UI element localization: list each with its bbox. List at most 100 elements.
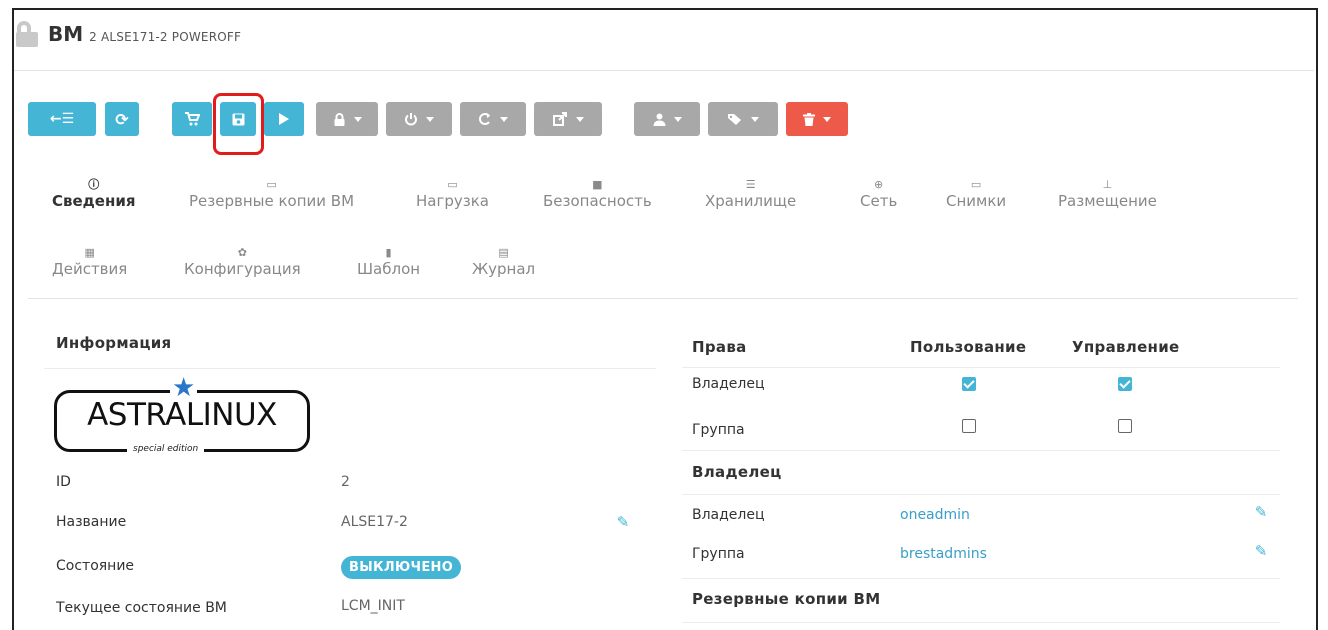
permissions-manage-header: Управление (1072, 338, 1180, 356)
permissions-divider (682, 367, 1280, 368)
name-label: Название (56, 514, 127, 530)
tab-snapshots[interactable]: ▭ Снимки (946, 178, 1006, 210)
export-icon (552, 112, 567, 126)
unlock-icon (14, 21, 42, 47)
permissions-heading: Права (692, 338, 747, 356)
group-manage-checkbox[interactable] (1118, 419, 1132, 433)
tab-backups[interactable]: ▭ Резервные копии ВМ (189, 178, 354, 210)
deploy-cart-button[interactable] (172, 102, 212, 136)
perm-group-label: Группа (692, 422, 745, 438)
lcm-state-value: LCM_INIT (341, 598, 405, 614)
tab-configuration[interactable]: ✿ Конфигурация (184, 246, 301, 278)
refresh-button[interactable]: ⟳ (105, 102, 139, 136)
group-link[interactable]: brestadmins (900, 546, 987, 562)
tabs-divider (28, 298, 1298, 299)
delete-menu-button[interactable] (786, 102, 848, 136)
page-title: ВМ (48, 22, 84, 46)
info-icon: ⓘ (88, 178, 100, 191)
archive-icon: ▭ (266, 178, 277, 191)
chevron-down-icon (751, 116, 759, 122)
page-subtitle: 2 ALSE171-2 POWEROFF (89, 30, 242, 44)
state-label: Состояние (56, 558, 135, 574)
play-button[interactable] (264, 102, 304, 136)
logo-tagline: special edition (127, 444, 205, 454)
info-heading: Информация (56, 334, 172, 352)
chevron-down-icon (823, 116, 831, 122)
power-icon (405, 113, 417, 126)
tab-load[interactable]: ▭ Нагрузка (416, 178, 489, 210)
tab-info[interactable]: ⓘ Сведения (52, 178, 135, 210)
reboot-icon (479, 113, 490, 125)
permissions-bottom-divider (682, 450, 1280, 451)
owner-link[interactable]: oneadmin (900, 507, 970, 523)
page-header: ВМ 2 ALSE171-2 POWEROFF (14, 16, 241, 52)
edit-owner-icon[interactable]: ✎ (1253, 504, 1269, 520)
lcm-state-label: Текущее состояние ВМ (56, 600, 227, 616)
tab-label: Конфигурация (184, 260, 301, 278)
tab-label: Резервные копии ВМ (189, 192, 355, 210)
name-value: ALSE17-2 (341, 514, 408, 530)
astralinux-logo: ★ ASTRALINUX special edition (54, 375, 310, 454)
owner-label: Владелец (692, 507, 765, 523)
tab-label: Сведения (52, 192, 136, 210)
logo-text: ASTRALINUX (87, 397, 277, 433)
tab-network[interactable]: ⊕ Сеть (860, 178, 897, 210)
lock-menu-button[interactable] (316, 102, 378, 136)
laptop-icon: ▭ (970, 178, 982, 191)
info-divider (44, 368, 656, 369)
trash-icon (803, 112, 815, 126)
play-icon (279, 113, 289, 125)
perm-owner-label: Владелец (692, 376, 765, 392)
power-menu-button[interactable] (386, 102, 452, 136)
group-use-checkbox[interactable] (962, 419, 976, 433)
tab-label: Размещение (1058, 192, 1157, 210)
owner-use-checkbox[interactable] (962, 377, 976, 391)
chevron-down-icon (500, 116, 508, 122)
tab-label: Журнал (472, 260, 536, 278)
refresh-icon: ⟳ (115, 109, 129, 129)
header-divider (14, 70, 1314, 71)
tab-actions[interactable]: ▦ Действия (52, 246, 127, 278)
calendar-icon: ▦ (84, 246, 95, 259)
ownership-heading: Владелец (692, 463, 782, 481)
chevron-down-icon (353, 116, 362, 122)
tags-icon (728, 113, 741, 125)
cart-icon (185, 112, 200, 126)
ownership-divider (682, 494, 1280, 495)
tab-label: Нагрузка (416, 192, 489, 210)
sitemap-icon: ⊥ (1102, 178, 1113, 191)
ownership-bottom-divider (682, 578, 1280, 579)
group-label: Группа (692, 546, 745, 562)
gear-icon: ✿ (237, 246, 247, 259)
tab-template[interactable]: ▮ Шаблон (357, 246, 420, 278)
tab-storage[interactable]: ☰ Хранилище (705, 178, 796, 210)
highlight-circle (213, 93, 264, 155)
globe-icon: ⊕ (874, 178, 884, 191)
edit-group-icon[interactable]: ✎ (1253, 543, 1269, 559)
status-badge: ВЫКЛЮЧЕНО (341, 556, 462, 579)
tab-log[interactable]: ▤ Журнал (472, 246, 535, 278)
tab-placement[interactable]: ⊥ Размещение (1058, 178, 1157, 210)
chevron-down-icon (426, 116, 434, 122)
owner-manage-checkbox[interactable] (1118, 377, 1132, 391)
file-text-icon: ▤ (498, 246, 509, 259)
user-menu-button[interactable] (634, 102, 700, 136)
back-list-icon: ←☰ (49, 111, 75, 127)
tab-security[interactable]: ■ Безопасность (543, 178, 652, 210)
tab-label: Шаблон (357, 260, 421, 278)
tag-menu-button[interactable] (708, 102, 778, 136)
lock-icon (334, 112, 344, 126)
export-menu-button[interactable] (534, 102, 602, 136)
storage-icon: ☰ (745, 178, 756, 191)
backups-heading: Резервные копии ВМ (692, 590, 881, 608)
chevron-down-icon (673, 116, 682, 122)
reboot-menu-button[interactable] (460, 102, 526, 136)
back-list-button[interactable]: ←☰ (28, 102, 96, 136)
laptop-icon: ▭ (447, 178, 458, 191)
tab-label: Снимки (946, 192, 1007, 210)
edit-name-icon[interactable]: ✎ (615, 514, 631, 530)
lock-icon: ■ (592, 178, 603, 191)
permissions-use-header: Пользование (910, 338, 1027, 356)
tab-label: Сеть (860, 192, 898, 210)
file-icon: ▮ (385, 246, 392, 259)
